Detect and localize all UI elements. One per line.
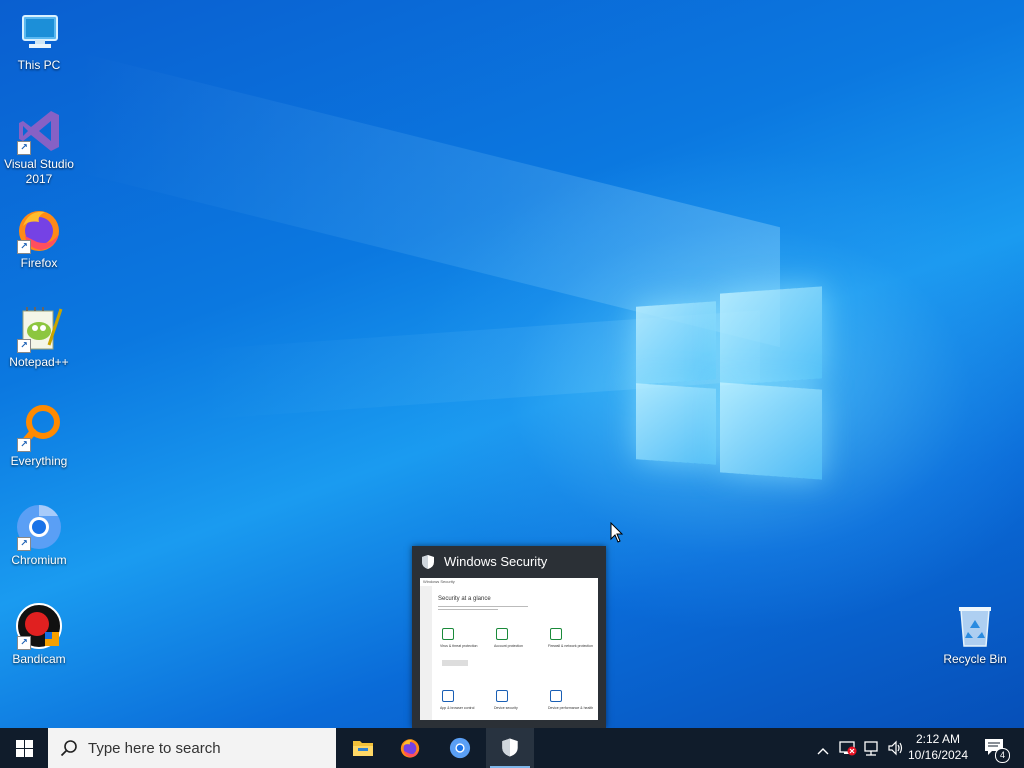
search-icon [60,739,78,762]
shortcut-arrow-icon: ↗ [17,141,31,155]
desktop[interactable]: This PC ↗ Visual Studio 2017 ↗ Firefox ↗… [0,0,1024,728]
tray-network[interactable] [860,728,882,768]
chromium-icon [449,737,471,764]
thumb-tile-label: App & browser control [440,706,475,710]
everything-icon: ↗ [15,404,63,452]
desktop-icon-label: Recycle Bin [943,652,1007,666]
desktop-icon-firefox[interactable]: ↗ Firefox [1,206,77,271]
desktop-icon-label: Notepad++ [9,355,69,369]
thumb-subtitle-line [438,606,528,607]
desktop-icon-visual-studio[interactable]: ↗ Visual Studio 2017 [1,107,77,187]
recycle-bin-icon [951,602,999,650]
desktop-icon-label: This PC [17,58,61,72]
shortcut-arrow-icon: ↗ [17,537,31,551]
thumb-tile-label: Account protection [494,644,523,648]
tray-clock[interactable]: 2:12 AM 10/16/2024 [900,731,976,763]
notepadpp-icon: ↗ [15,305,63,353]
preview-thumbnail[interactable]: Windows Security Security at a glance Vi… [420,578,598,720]
mouse-cursor-icon [610,521,624,549]
desktop-icon-label: Chromium [11,553,67,567]
taskbar-search-box[interactable]: Type here to search [48,728,336,768]
thumb-sidebar [420,586,432,720]
windows-logo [630,286,825,480]
taskbar-app-windows-security[interactable] [486,728,534,768]
action-center-button[interactable]: 4 [978,728,1014,768]
thumb-tile-label: Firewall & network protection [548,644,593,648]
thumb-tile-icon [442,628,454,640]
tray-overflow-button[interactable] [812,728,834,768]
chromium-icon: ↗ [15,503,63,551]
shortcut-arrow-icon: ↗ [17,636,31,650]
desktop-icon-everything[interactable]: ↗ Everything [1,404,77,469]
thumb-tile-label: Virus & threat protection [440,644,478,648]
this-pc-icon [15,8,63,56]
chevron-up-icon [817,742,829,760]
preview-title: Windows Security [444,554,548,569]
thumb-tile-icon [550,628,562,640]
desktop-icon-label: Bandicam [12,652,66,666]
taskbar-thumbnail-preview[interactable]: Windows Security Windows Security Securi… [412,546,606,728]
thumb-window-title: Windows Security [423,579,455,584]
taskbar-app-firefox[interactable] [386,728,434,768]
desktop-icon-notepadpp[interactable]: ↗ Notepad++ [1,305,77,370]
shortcut-arrow-icon: ↗ [17,240,31,254]
thumb-heading: Security at a glance [438,596,491,602]
taskbar-app-file-explorer[interactable] [338,728,386,768]
thumb-tile-label: Device security [494,706,518,710]
notification-count-badge: 4 [995,748,1010,763]
thumb-tile-icon [496,628,508,640]
taskbar: Type here to search 2:12 AM 10/16/2024 4 [0,728,1024,768]
network-icon [863,739,881,762]
thumb-tile-icon [442,690,454,702]
shield-icon [501,737,519,763]
desktop-icon-chromium[interactable]: ↗ Chromium [1,503,77,568]
shortcut-arrow-icon: ↗ [17,438,31,452]
start-button[interactable] [0,728,48,768]
thumb-tile-label: Device performance & health [548,706,594,710]
file-explorer-icon [352,738,374,763]
clock-date: 10/16/2024 [907,748,969,762]
thumb-subtitle-line [438,609,498,610]
shortcut-arrow-icon: ↗ [17,339,31,353]
visual-studio-icon: ↗ [15,107,63,155]
desktop-icon-label: Visual Studio 2017 [4,157,74,186]
thumb-tile-icon [496,690,508,702]
desktop-icon-this-pc[interactable]: This PC [1,8,77,73]
security-alert-icon [839,739,857,762]
desktop-icon-bandicam[interactable]: ↗ Bandicam [1,602,77,667]
desktop-icon-label: Everything [10,454,68,468]
thumb-tile-button [442,660,468,666]
bandicam-icon: ↗ [15,602,63,650]
search-placeholder: Type here to search [88,740,221,757]
clock-time: 2:12 AM [915,732,961,746]
desktop-icon-recycle-bin[interactable]: Recycle Bin [937,602,1013,667]
desktop-icon-label: Firefox [20,256,58,270]
tray-security-alert[interactable] [836,728,858,768]
firefox-icon [399,737,421,764]
shield-icon [421,554,435,575]
taskbar-app-chromium[interactable] [436,728,484,768]
firefox-icon: ↗ [15,206,63,254]
windows-start-icon [16,740,33,762]
thumb-tile-icon [550,690,562,702]
